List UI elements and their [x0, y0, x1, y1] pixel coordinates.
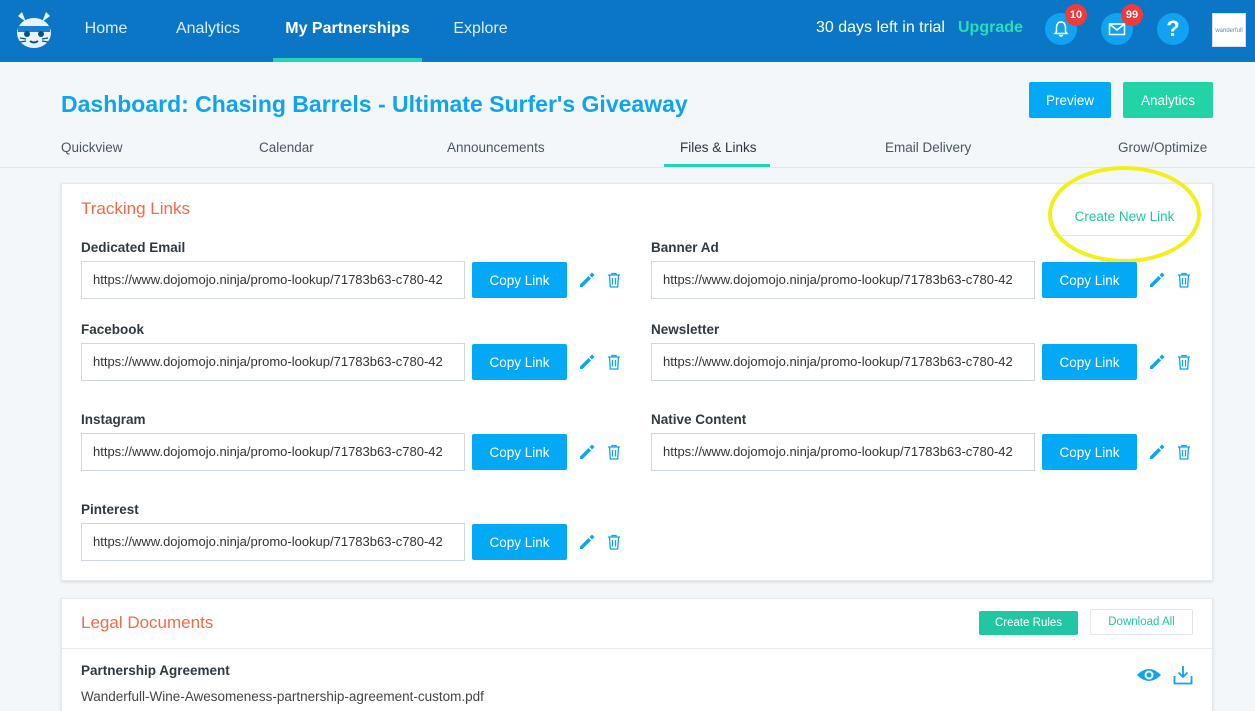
document-filename: Wanderfull-Wine-Awesomeness-partnership-…: [81, 689, 484, 704]
link-label-banner-ad: Banner Ad: [651, 240, 719, 255]
tab-grow-optimize[interactable]: Grow/Optimize: [1118, 140, 1207, 155]
link-url-field-native-content[interactable]: https://www.dojomojo.ninja/promo-lookup/…: [651, 433, 1035, 471]
pencil-edit-icon[interactable]: [1148, 353, 1166, 371]
trash-icon[interactable]: [605, 443, 623, 461]
tracking-links-card: [61, 183, 1213, 581]
document-title: Partnership Agreement: [81, 663, 230, 678]
nav-analytics[interactable]: Analytics: [165, 0, 251, 62]
legal-documents-title: Legal Documents: [81, 613, 214, 632]
trash-icon[interactable]: [605, 533, 623, 551]
link-url-field-dedicated-email[interactable]: https://www.dojomojo.ninja/promo-lookup/…: [81, 261, 465, 299]
link-label-facebook: Facebook: [81, 322, 145, 337]
tab-files-links[interactable]: Files & Links: [680, 140, 757, 155]
copy-link-button-facebook[interactable]: Copy Link: [472, 344, 567, 380]
tab-quickview[interactable]: Quickview: [61, 140, 123, 155]
trash-icon[interactable]: [605, 353, 623, 371]
link-url-field-pinterest[interactable]: https://www.dojomojo.ninja/promo-lookup/…: [81, 523, 465, 561]
notifications-count-badge: 10: [1065, 4, 1087, 26]
nav-my-partnerships[interactable]: My Partnerships: [273, 0, 422, 62]
page-title: Dashboard: Chasing Barrels - Ultimate Su…: [61, 91, 688, 117]
trash-icon[interactable]: [1175, 271, 1193, 289]
create-new-link-button[interactable]: Create New Link: [1053, 202, 1196, 236]
trash-icon[interactable]: [1175, 443, 1193, 461]
link-url-field-instagram[interactable]: https://www.dojomojo.ninja/promo-lookup/…: [81, 433, 465, 471]
copy-link-button-newsletter[interactable]: Copy Link: [1042, 344, 1137, 380]
tracking-links-title: Tracking Links: [81, 199, 190, 218]
nav-my-partnerships-label: My Partnerships: [285, 20, 410, 37]
section-divider: [62, 648, 1212, 649]
trash-icon[interactable]: [1175, 353, 1193, 371]
nav-explore[interactable]: Explore: [443, 0, 518, 62]
copy-link-button-native-content[interactable]: Copy Link: [1042, 434, 1137, 470]
link-label-instagram: Instagram: [81, 412, 146, 427]
copy-link-button-pinterest[interactable]: Copy Link: [472, 524, 567, 560]
trial-status-text: 30 days left in trial: [816, 19, 945, 36]
pencil-edit-icon[interactable]: [578, 533, 596, 551]
download-all-button[interactable]: Download All: [1090, 609, 1193, 635]
nav-home[interactable]: Home: [74, 0, 138, 62]
brand-avatar[interactable]: wanderfull: [1212, 13, 1246, 47]
pencil-edit-icon[interactable]: [578, 271, 596, 289]
copy-link-button-banner-ad[interactable]: Copy Link: [1042, 262, 1137, 298]
top-navigation-bar: Home Analytics My Partnerships Explore 3…: [0, 0, 1255, 62]
create-rules-button[interactable]: Create Rules: [979, 611, 1078, 635]
help-question-icon[interactable]: ?: [1157, 13, 1189, 45]
preview-button[interactable]: Preview: [1029, 82, 1111, 118]
link-url-field-banner-ad[interactable]: https://www.dojomojo.ninja/promo-lookup/…: [651, 261, 1035, 299]
link-label-pinterest: Pinterest: [81, 502, 139, 517]
notifications-button[interactable]: 10: [1045, 4, 1087, 45]
link-label-native-content: Native Content: [651, 412, 747, 427]
messages-count-badge: 99: [1121, 4, 1143, 26]
messages-button[interactable]: 99: [1101, 4, 1143, 45]
dojomojo-logo-icon[interactable]: [12, 8, 56, 52]
tab-email-delivery[interactable]: Email Delivery: [885, 140, 971, 155]
link-url-field-newsletter[interactable]: https://www.dojomojo.ninja/promo-lookup/…: [651, 343, 1035, 381]
pencil-edit-icon[interactable]: [578, 443, 596, 461]
analytics-button[interactable]: Analytics: [1123, 82, 1213, 118]
eye-view-icon[interactable]: [1136, 666, 1162, 684]
upgrade-link[interactable]: Upgrade: [958, 19, 1023, 37]
trash-icon[interactable]: [605, 271, 623, 289]
link-label-dedicated-email: Dedicated Email: [81, 240, 186, 255]
tab-calendar[interactable]: Calendar: [259, 140, 314, 155]
pencil-edit-icon[interactable]: [578, 353, 596, 371]
pencil-edit-icon[interactable]: [1148, 443, 1166, 461]
download-icon[interactable]: [1172, 664, 1194, 686]
tab-announcements[interactable]: Announcements: [447, 140, 545, 155]
pencil-edit-icon[interactable]: [1148, 271, 1166, 289]
link-url-field-facebook[interactable]: https://www.dojomojo.ninja/promo-lookup/…: [81, 343, 465, 381]
active-tab-underline: [664, 164, 770, 167]
copy-link-button-dedicated-email[interactable]: Copy Link: [472, 262, 567, 298]
copy-link-button-instagram[interactable]: Copy Link: [472, 434, 567, 470]
link-label-newsletter: Newsletter: [651, 322, 720, 337]
dashboard-header: Dashboard: Chasing Barrels - Ultimate Su…: [0, 62, 1255, 168]
